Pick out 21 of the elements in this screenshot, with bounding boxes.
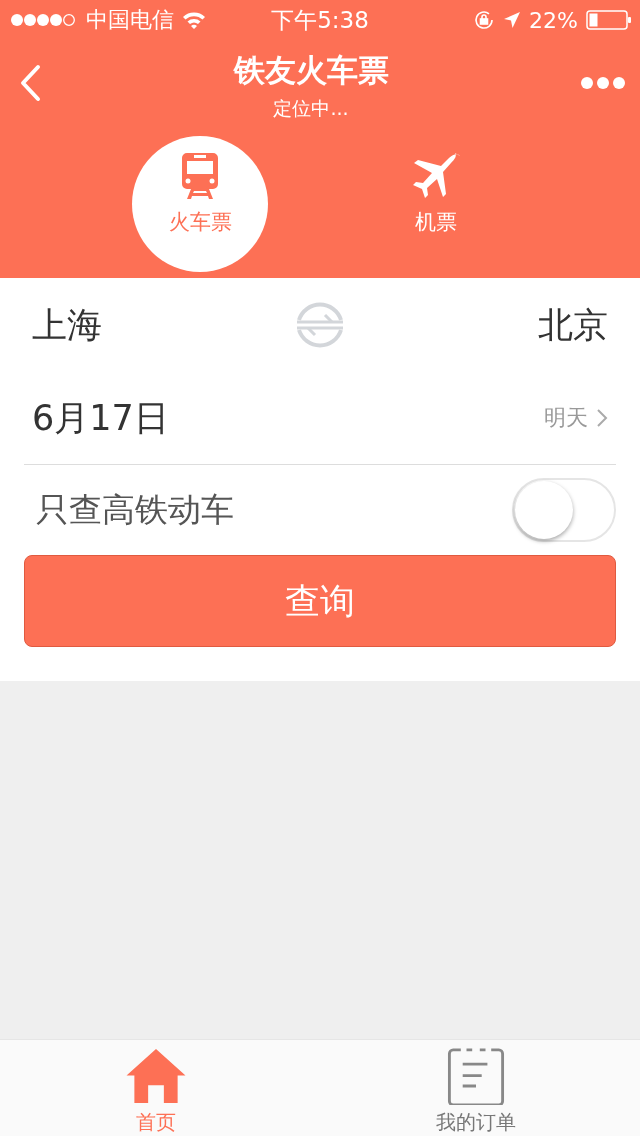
tab-bar-item[interactable]: 我的订单 <box>435 1040 516 1136</box>
carrier-name: 中国电信 <box>86 6 174 34</box>
mode-tab[interactable]: 机票 <box>368 136 504 272</box>
departure-city[interactable]: 上海 <box>32 301 102 349</box>
app-title: 铁友火车票 <box>233 51 389 90</box>
battery-percent: 22% <box>529 7 578 33</box>
travel-date[interactable]: 6月17日 <box>32 394 536 442</box>
search-button[interactable]: 查询 <box>24 555 616 647</box>
wifi-icon <box>182 11 206 29</box>
mode-tab[interactable]: 火车票 <box>132 136 268 272</box>
clock-time: 下午5:38 <box>271 5 369 35</box>
location-arrow-icon <box>503 11 522 29</box>
signal-icon <box>10 13 78 27</box>
location-status: 定位中... <box>273 96 349 121</box>
rotation-lock-icon <box>473 9 496 31</box>
high-speed-filter-label: 只查高铁动车 <box>36 488 234 531</box>
battery-icon <box>586 10 632 30</box>
arrival-city[interactable]: 北京 <box>538 301 608 349</box>
date-hint: 明天 <box>544 404 588 432</box>
toggle-switch[interactable] <box>512 478 616 542</box>
chevron-right-icon <box>596 408 608 428</box>
